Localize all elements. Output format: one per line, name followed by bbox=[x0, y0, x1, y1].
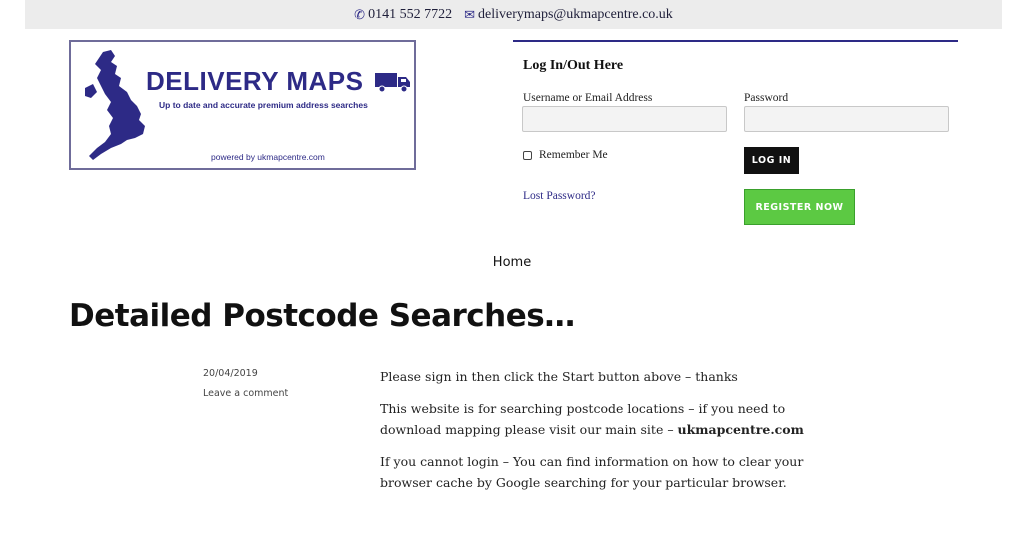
username-input[interactable] bbox=[522, 106, 727, 132]
envelope-icon: ✉ bbox=[464, 6, 475, 22]
top-contact-bar: ✆ 0141 552 7722 ✉ deliverymaps@ukmapcent… bbox=[25, 0, 1002, 29]
logo-brand-text: DELIVERY MAPS bbox=[146, 66, 364, 96]
phone-contact[interactable]: ✆ 0141 552 7722 bbox=[354, 7, 452, 23]
site-logo[interactable]: DELIVERY MAPS Up to date and accurate pr… bbox=[69, 40, 416, 170]
login-panel: Log In/Out Here Username or Email Addres… bbox=[513, 40, 958, 225]
main-nav: Home bbox=[0, 255, 1024, 270]
remember-me-checkbox[interactable]: Remember Me bbox=[523, 149, 608, 161]
checkbox-icon[interactable] bbox=[523, 150, 532, 160]
remember-me-label: Remember Me bbox=[539, 149, 608, 161]
post-meta: 20/04/2019 Leave a comment bbox=[203, 368, 288, 399]
password-input[interactable] bbox=[744, 106, 949, 132]
logo-powered-by: powered by ukmapcentre.com bbox=[211, 152, 325, 162]
login-heading: Log In/Out Here bbox=[523, 58, 624, 73]
post-paragraph-3: If you cannot login – You can find infor… bbox=[380, 454, 804, 490]
phone-icon: ✆ bbox=[354, 6, 366, 22]
email-address[interactable]: deliverymaps@ukmapcentre.co.uk bbox=[478, 7, 673, 23]
post-paragraph-2: This website is for searching postcode l… bbox=[380, 398, 840, 440]
post-date[interactable]: 20/04/2019 bbox=[203, 368, 288, 379]
post-paragraph-1: Please sign in then click the Start butt… bbox=[380, 369, 738, 384]
nav-item-home[interactable]: Home bbox=[493, 255, 531, 270]
username-label: Username or Email Address bbox=[523, 92, 653, 104]
register-button[interactable]: REGISTER NOW bbox=[744, 189, 855, 225]
leave-comment-link[interactable]: Leave a comment bbox=[203, 388, 288, 399]
login-button[interactable]: LOG IN bbox=[744, 147, 799, 174]
password-label: Password bbox=[744, 92, 789, 104]
post-content: Please sign in then click the Start butt… bbox=[380, 366, 840, 504]
email-contact[interactable]: ✉ deliverymaps@ukmapcentre.co.uk bbox=[464, 7, 673, 23]
phone-number[interactable]: 0141 552 7722 bbox=[368, 7, 452, 23]
ukmapcentre-link[interactable]: ukmapcentre.com bbox=[678, 422, 804, 437]
logo-tagline: Up to date and accurate premium address … bbox=[159, 100, 368, 110]
page-title: Detailed Postcode Searches… bbox=[69, 298, 575, 334]
uk-map-icon bbox=[85, 50, 145, 160]
truck-icon bbox=[375, 73, 410, 93]
lost-password-link[interactable]: Lost Password? bbox=[523, 190, 596, 202]
